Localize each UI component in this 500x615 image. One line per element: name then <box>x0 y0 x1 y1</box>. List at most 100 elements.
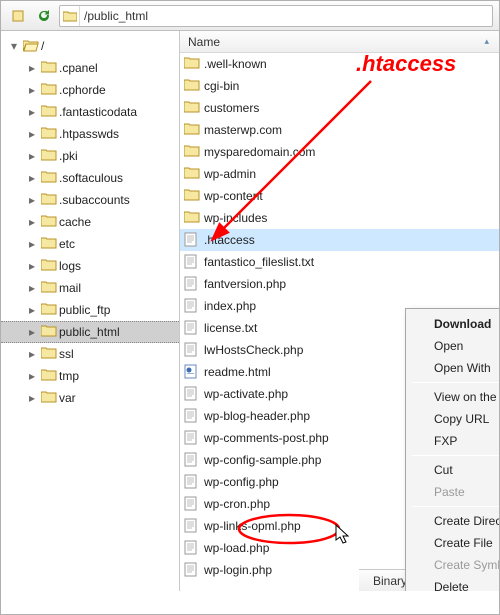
path-field[interactable]: /public_html <box>59 5 493 27</box>
expand-icon[interactable]: ▸ <box>25 216 39 228</box>
tree-item[interactable]: ▸.htpasswds <box>1 123 179 145</box>
folder-tree[interactable]: ▾ / ▸.cpanel▸.cphorde▸.fantasticodata▸.h… <box>1 31 180 591</box>
menu-item[interactable]: DeleteDel <box>408 576 499 591</box>
file-row[interactable]: .well-known <box>180 53 499 75</box>
folder-icon <box>41 104 57 120</box>
tree-item[interactable]: ▸.subaccounts <box>1 189 179 211</box>
file-row[interactable]: wp-admin <box>180 163 499 185</box>
file-name: wp-activate.php <box>204 387 288 401</box>
html-file-icon <box>184 364 200 380</box>
tree-item-label: .softaculous <box>59 171 123 185</box>
file-row[interactable]: customers <box>180 97 499 119</box>
tree-item[interactable]: ▸ tmp <box>1 365 179 387</box>
collapse-icon[interactable]: ▾ <box>7 40 21 52</box>
menu-item[interactable]: View on the Web <box>408 386 499 408</box>
sort-asc-icon: ▴ <box>484 36 489 47</box>
expand-icon[interactable]: ▸ <box>25 194 39 206</box>
menu-item[interactable]: CutCtrl+X <box>408 459 499 481</box>
file-name: index.php <box>204 299 256 313</box>
menu-item-label: Open <box>434 339 463 353</box>
file-row[interactable]: mysparedomain.com <box>180 141 499 163</box>
menu-item[interactable]: Download <box>408 313 499 335</box>
menu-separator <box>412 506 499 507</box>
refresh-button[interactable] <box>33 5 55 27</box>
expand-icon[interactable]: ▸ <box>25 282 39 294</box>
tree-item[interactable]: ▸ etc <box>1 233 179 255</box>
expand-icon[interactable]: ▸ <box>25 348 39 360</box>
file-name: wp-cron.php <box>204 497 270 511</box>
tree-item-label: ssl <box>59 347 74 361</box>
tree-item-label: public_html <box>59 325 120 339</box>
column-header-label: Name <box>188 35 220 49</box>
file-row[interactable]: wp-includes <box>180 207 499 229</box>
expand-icon[interactable]: ▸ <box>25 84 39 96</box>
tree-item-label: cache <box>59 215 91 229</box>
tree-item[interactable]: ▸ .fantasticodata <box>1 101 179 123</box>
tree-item[interactable]: ▸logs <box>1 255 179 277</box>
tree-item[interactable]: ▸ public_html <box>1 321 179 343</box>
menu-item: PasteCtrl+V <box>408 481 499 503</box>
expand-icon[interactable]: ▸ <box>25 62 39 74</box>
tree-item[interactable]: ▸ ssl <box>1 343 179 365</box>
tree-item[interactable]: ▸ .cphorde <box>1 79 179 101</box>
file-name: wp-blog-header.php <box>204 409 310 423</box>
tree-root[interactable]: ▾ / <box>1 35 179 57</box>
file-name: .htaccess <box>204 233 255 247</box>
menu-item[interactable]: FXP <box>408 430 499 452</box>
expand-icon[interactable]: ▸ <box>25 392 39 404</box>
menu-item[interactable]: Copy URL <box>408 408 499 430</box>
tree-item-label: .pki <box>59 149 78 163</box>
folder-icon <box>41 126 57 142</box>
folder-icon <box>41 60 57 76</box>
folder-icon <box>41 192 57 208</box>
file-icon <box>184 342 200 358</box>
file-row[interactable]: cgi-bin <box>180 75 499 97</box>
file-icon <box>184 276 200 292</box>
file-row[interactable]: wp-content <box>180 185 499 207</box>
tree-item-label: public_ftp <box>59 303 110 317</box>
toolbar-button-1[interactable] <box>7 5 29 27</box>
tree-item[interactable]: ▸ public_ftp <box>1 299 179 321</box>
tree-item-label: .fantasticodata <box>59 105 137 119</box>
expand-icon[interactable]: ▸ <box>25 238 39 250</box>
menu-item[interactable]: Create FileCtrl+N <box>408 532 499 554</box>
file-row[interactable]: masterwp.com <box>180 119 499 141</box>
folder-open-icon <box>23 38 39 54</box>
tree-item[interactable]: ▸ cache <box>1 211 179 233</box>
expand-icon[interactable]: ▸ <box>25 172 39 184</box>
file-row[interactable]: fantversion.php <box>180 273 499 295</box>
menu-item-label: Create Symlink <box>434 558 499 572</box>
tree-item-label: etc <box>59 237 75 251</box>
expand-icon[interactable]: ▸ <box>25 370 39 382</box>
folder-icon <box>41 368 57 384</box>
menu-item[interactable]: OpenCtrl+O <box>408 335 499 357</box>
folder-icon <box>41 236 57 252</box>
file-row[interactable]: fantastico_fileslist.txt <box>180 251 499 273</box>
folder-icon <box>41 390 57 406</box>
file-icon <box>184 452 200 468</box>
file-icon <box>184 232 200 248</box>
tree-item[interactable]: ▸var <box>1 387 179 409</box>
tree-item[interactable]: ▸ .softaculous <box>1 167 179 189</box>
expand-icon[interactable]: ▸ <box>25 106 39 118</box>
menu-item[interactable]: Open With <box>408 357 499 379</box>
column-header-name[interactable]: Name ▴ <box>180 31 499 53</box>
menu-item: Create Symlink <box>408 554 499 576</box>
menu-item-label: Create Directory <box>434 514 499 528</box>
tree-item-label: .cphorde <box>59 83 106 97</box>
expand-icon[interactable]: ▸ <box>25 304 39 316</box>
menu-item-label: Delete <box>434 580 469 591</box>
expand-icon[interactable]: ▸ <box>25 326 39 338</box>
menu-item[interactable]: Create DirectoryCtrl+D <box>408 510 499 532</box>
folder-icon <box>184 166 200 182</box>
tree-item[interactable]: ▸mail <box>1 277 179 299</box>
tree-item-label: tmp <box>59 369 79 383</box>
expand-icon[interactable]: ▸ <box>25 128 39 140</box>
expand-icon[interactable]: ▸ <box>25 260 39 272</box>
expand-icon[interactable]: ▸ <box>25 150 39 162</box>
file-name: wp-content <box>204 189 263 203</box>
tree-item[interactable]: ▸ .pki <box>1 145 179 167</box>
tree-item[interactable]: ▸.cpanel <box>1 57 179 79</box>
file-row[interactable]: .htaccess <box>180 229 499 251</box>
file-icon <box>184 320 200 336</box>
